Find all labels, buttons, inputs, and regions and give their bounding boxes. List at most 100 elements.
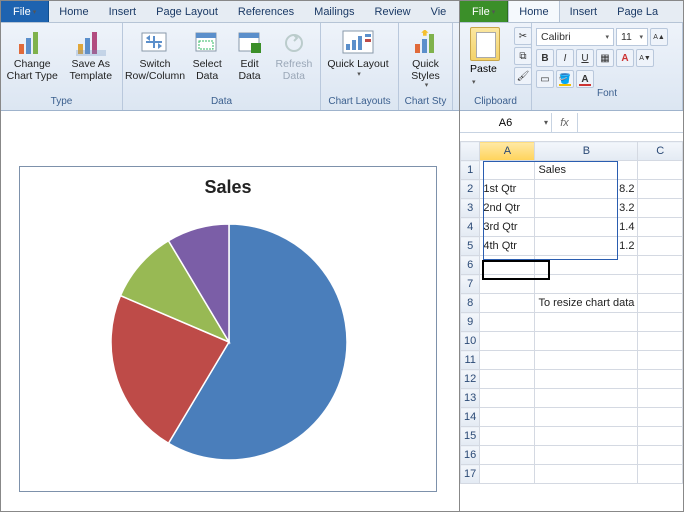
fill-color-button[interactable]: 🪣 [556,70,574,88]
excel-tab-pagelayout[interactable]: Page La [607,1,668,22]
row-header-1[interactable]: 1 [461,161,480,180]
cell-C8[interactable] [638,294,683,313]
cell-C11[interactable] [638,351,683,370]
cell-A11[interactable] [480,351,535,370]
cell-C6[interactable] [638,256,683,275]
cell-C1[interactable] [638,161,683,180]
excel-file-tab[interactable]: File▾ [460,1,508,22]
cell-B5[interactable]: 1.2 [535,237,638,256]
cell-B9[interactable] [535,313,638,332]
word-tab-pagelayout[interactable]: Page Layout [146,1,228,22]
row-header-2[interactable]: 2 [461,180,480,199]
grow-font-button[interactable]: A▲ [650,28,668,46]
cell-C7[interactable] [638,275,683,294]
edit-data-button[interactable]: Edit Data [231,25,267,82]
row-header-7[interactable]: 7 [461,275,480,294]
quick-layout-button[interactable]: Quick Layout▾ [325,25,391,78]
switch-row-column-button[interactable]: Switch Row/Column [127,25,183,82]
formula-input[interactable] [578,113,683,132]
fx-icon[interactable]: fx [552,113,578,132]
shrink-font-button[interactable]: A▼ [636,49,654,67]
cell-B4[interactable]: 1.4 [535,218,638,237]
row-header-13[interactable]: 13 [461,389,480,408]
chart-object[interactable]: Sales [19,166,437,492]
cell-B17[interactable] [535,465,638,484]
row-header-14[interactable]: 14 [461,408,480,427]
select-all-corner[interactable] [461,142,480,161]
paste-button[interactable]: Paste ▾ [470,63,500,87]
cell-B8[interactable]: To resize chart data [535,294,638,313]
name-box[interactable]: A6▾ [460,113,552,132]
cell-A16[interactable] [480,446,535,465]
cell-C10[interactable] [638,332,683,351]
cut-button[interactable]: ✂ [514,27,532,45]
excel-tab-insert[interactable]: Insert [560,1,608,22]
quick-styles-button[interactable]: Quick Styles▾ [403,25,448,90]
cell-B13[interactable] [535,389,638,408]
refresh-data-button[interactable]: Refresh Data [272,25,316,82]
cell-C13[interactable] [638,389,683,408]
cell-B14[interactable] [535,408,638,427]
col-header-B[interactable]: B [535,142,638,161]
row-header-3[interactable]: 3 [461,199,480,218]
cell-C16[interactable] [638,446,683,465]
font-color-button[interactable]: A [576,70,594,88]
cell-A13[interactable] [480,389,535,408]
paste-icon[interactable] [470,27,500,61]
underline-button[interactable]: U [576,49,594,67]
change-chart-type-button[interactable]: Change Chart Type [5,25,60,82]
col-header-A[interactable]: A [480,142,535,161]
excel-tab-home[interactable]: Home [508,1,559,22]
cell-B16[interactable] [535,446,638,465]
cell-C2[interactable] [638,180,683,199]
row-header-15[interactable]: 15 [461,427,480,446]
cell-A12[interactable] [480,370,535,389]
cell-B15[interactable] [535,427,638,446]
cell-A2[interactable]: 1st Qtr [480,180,535,199]
borders-button[interactable]: ▭ [536,70,554,88]
cell-B11[interactable] [535,351,638,370]
select-data-button[interactable]: Select Data [187,25,227,82]
col-header-C[interactable]: C [638,142,683,161]
cell-B10[interactable] [535,332,638,351]
word-tab-mailings[interactable]: Mailings [304,1,364,22]
cell-C15[interactable] [638,427,683,446]
cell-C17[interactable] [638,465,683,484]
row-header-12[interactable]: 12 [461,370,480,389]
word-tab-view[interactable]: Vie [421,1,457,22]
cell-C12[interactable] [638,370,683,389]
cell-C3[interactable] [638,199,683,218]
italic-button[interactable]: I [556,49,574,67]
cell-A1[interactable] [480,161,535,180]
cell-B1[interactable]: Sales [535,161,638,180]
save-as-template-button[interactable]: Save As Template [64,25,119,82]
border-button[interactable]: ▦ [596,49,614,67]
copy-button[interactable]: ⧉ [514,47,532,65]
font-size-select[interactable]: 11▾ [616,28,648,46]
cell-A17[interactable] [480,465,535,484]
word-tab-insert[interactable]: Insert [99,1,147,22]
cell-B6[interactable] [535,256,638,275]
cell-C9[interactable] [638,313,683,332]
cell-A10[interactable] [480,332,535,351]
cell-B2[interactable]: 8.2 [535,180,638,199]
row-header-4[interactable]: 4 [461,218,480,237]
row-header-17[interactable]: 17 [461,465,480,484]
cell-C4[interactable] [638,218,683,237]
cell-B7[interactable] [535,275,638,294]
cell-B12[interactable] [535,370,638,389]
font-name-select[interactable]: Calibri▾ [536,28,614,46]
bold-button[interactable]: B [536,49,554,67]
cell-A5[interactable]: 4th Qtr [480,237,535,256]
row-header-16[interactable]: 16 [461,446,480,465]
word-tab-references[interactable]: References [228,1,304,22]
row-header-10[interactable]: 10 [461,332,480,351]
cell-A15[interactable] [480,427,535,446]
cell-A14[interactable] [480,408,535,427]
row-header-5[interactable]: 5 [461,237,480,256]
cell-A9[interactable] [480,313,535,332]
cell-A3[interactable]: 2nd Qtr [480,199,535,218]
font-color-red-button[interactable]: A [616,49,634,67]
row-header-6[interactable]: 6 [461,256,480,275]
row-header-11[interactable]: 11 [461,351,480,370]
